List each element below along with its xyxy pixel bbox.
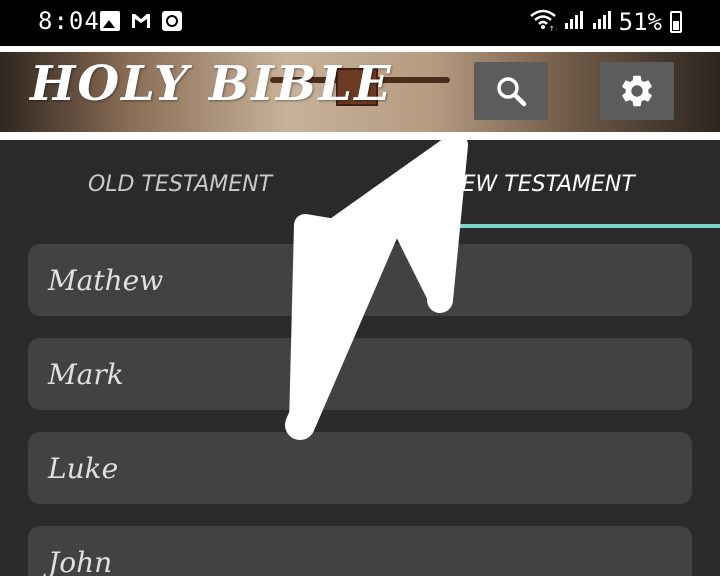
signal-icon: [563, 9, 585, 35]
list-item[interactable]: Mark: [28, 338, 692, 410]
status-time: 8:04: [38, 7, 100, 35]
book-name: John: [48, 545, 113, 576]
divider: [0, 132, 720, 140]
svg-text:↑↓: ↑↓: [549, 25, 557, 31]
battery-percent: 51%: [618, 8, 662, 36]
tab-old-testament[interactable]: OLD TESTAMENT: [0, 140, 360, 228]
status-bar: 8:04 ↑↓: [0, 0, 720, 46]
notification-icons: [100, 11, 182, 31]
wifi-icon: ↑↓: [529, 9, 560, 35]
search-button[interactable]: [474, 62, 548, 120]
list-item[interactable]: John: [28, 526, 692, 576]
book-name: Luke: [48, 451, 119, 485]
system-icons: ↑↓ 51%: [529, 8, 682, 36]
testament-tabs: OLD TESTAMENT NEW TESTAMENT: [0, 140, 720, 228]
list-item[interactable]: Luke: [28, 432, 692, 504]
battery-icon: [670, 11, 682, 33]
list-item[interactable]: Mathew: [28, 244, 692, 316]
tab-new-testament[interactable]: NEW TESTAMENT: [360, 140, 720, 228]
search-icon: [497, 77, 527, 107]
app-header: HOLY BIBLE: [0, 52, 720, 132]
app-title: HOLY BIBLE: [30, 56, 393, 112]
book-list: Mathew Mark Luke John: [0, 228, 720, 576]
signal-icon: [591, 9, 613, 35]
book-name: Mark: [48, 357, 124, 391]
book-name: Mathew: [48, 263, 164, 297]
gmail-icon: [130, 11, 152, 31]
clock-icon: [162, 11, 182, 31]
settings-button[interactable]: [600, 62, 674, 120]
gallery-icon: [100, 11, 120, 31]
gear-icon: [622, 75, 652, 107]
